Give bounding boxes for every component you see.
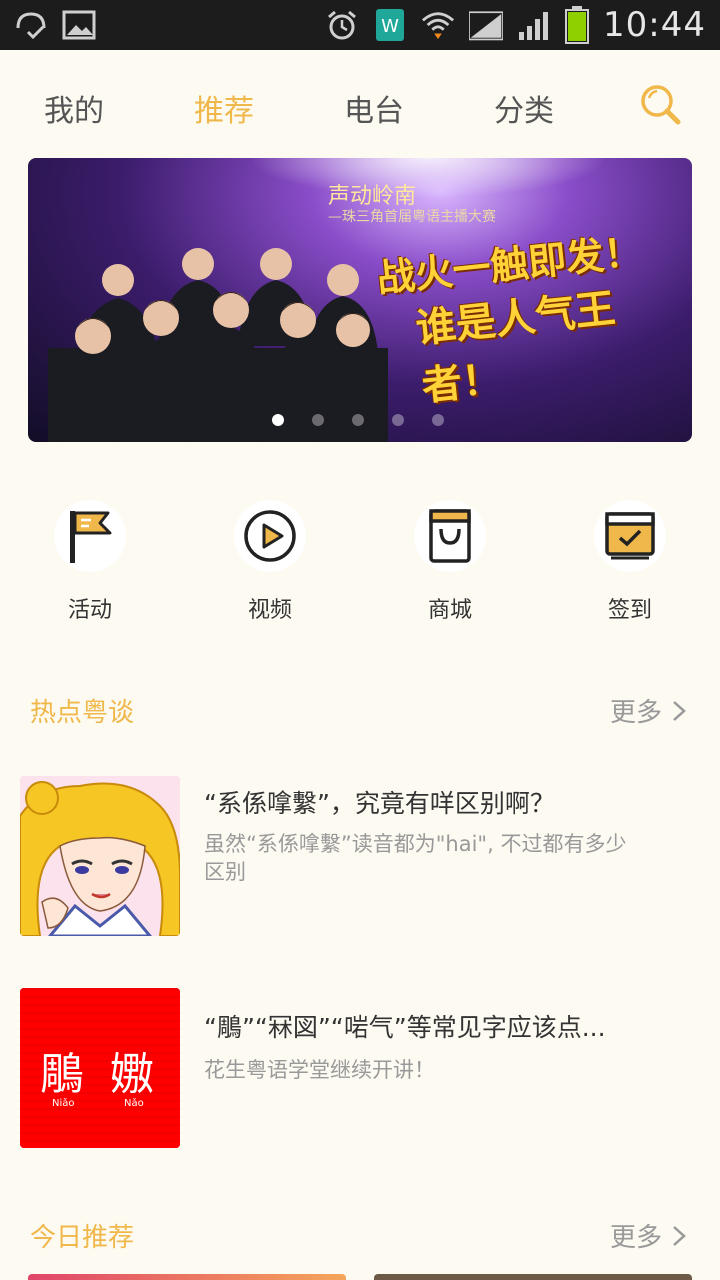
quick-action-video[interactable]: 视频	[210, 500, 330, 624]
carousel-dot[interactable]	[272, 414, 284, 426]
article-title: “鵰”“冧図”“啱气”等常见字应该点...	[204, 1013, 606, 1042]
tab-category[interactable]: 分类	[494, 86, 554, 130]
signal-icon	[469, 8, 504, 42]
article-description: 花生粤语学堂继续开讲！	[204, 1058, 435, 1082]
signal-icon	[517, 8, 551, 42]
wifi-icon	[421, 8, 455, 42]
more-label: 更多	[610, 698, 663, 728]
carousel-dot[interactable]	[312, 414, 324, 426]
battery-icon	[565, 6, 590, 44]
tab-radio[interactable]: 电台	[344, 86, 404, 130]
thumbnail-char: 嫐	[110, 1049, 154, 1100]
banner-subtitle: —珠三角首届粤语主播大赛	[328, 209, 496, 225]
tab-recommend[interactable]: 推荐	[194, 86, 254, 130]
quick-action-activity[interactable]: 活动	[30, 500, 150, 624]
status-bar: W 10:44	[0, 0, 720, 50]
status-clock: 10:44	[603, 5, 706, 45]
section-header-today: 今日推荐 更多	[0, 1217, 720, 1257]
missed-call-icon	[14, 8, 48, 42]
quick-actions: 活动 视频 商城 签到	[0, 500, 720, 630]
article-title: “系係嗱繫”，究竟有咩区别啊？	[204, 789, 555, 818]
more-button[interactable]: 更多	[610, 1217, 686, 1254]
tab-mine[interactable]: 我的	[44, 86, 104, 130]
carousel-dot[interactable]	[352, 414, 364, 426]
section-header-hot: 热点粤谈 更多	[0, 692, 720, 732]
carousel-indicator	[272, 414, 444, 426]
recommend-card[interactable]	[374, 1274, 692, 1280]
quick-action-label: 活动	[67, 598, 112, 623]
quick-action-label: 商城	[427, 598, 472, 623]
chevron-right-icon	[673, 700, 686, 721]
play-icon	[234, 500, 306, 572]
gallery-icon	[62, 8, 96, 42]
recommend-card[interactable]	[28, 1274, 346, 1280]
thumbnail-pinyin: Niǎo	[52, 1098, 75, 1109]
thumbnail-char: 鵰	[40, 1049, 84, 1100]
article-description: 虽然“系係嗱繫”读音都为"hai", 不过都有多少区别	[204, 832, 627, 884]
quick-action-label: 视频	[247, 598, 292, 623]
list-item[interactable]: 鵰 嫐 Niǎo Nǎo “鵰”“冧図”“啱气”等常见字应该点... 花生粤语学…	[0, 988, 720, 1148]
top-nav: 我的 推荐 电台 分类	[0, 50, 720, 158]
wps-app-icon: W	[373, 8, 407, 42]
checkin-icon	[594, 500, 666, 572]
banner-carousel[interactable]: 声动岭南 —珠三角首届粤语主播大赛 战火一触即发！ 谁是人气王者！	[28, 158, 692, 442]
quick-action-checkin[interactable]: 签到	[570, 500, 690, 624]
list-item[interactable]: “系係嗱繫”，究竟有咩区别啊？ 虽然“系係嗱繫”读音都为"hai", 不过都有多…	[0, 776, 720, 936]
section-title: 今日推荐	[30, 1223, 135, 1253]
search-icon[interactable]	[636, 80, 686, 130]
quick-action-shop[interactable]: 商城	[390, 500, 510, 624]
section-title: 热点粤谈	[30, 698, 135, 728]
article-thumbnail: 鵰 嫐 Niǎo Nǎo	[20, 988, 180, 1148]
chevron-right-icon	[673, 1225, 686, 1246]
more-button[interactable]: 更多	[610, 692, 686, 729]
quick-action-label: 签到	[607, 598, 652, 623]
more-label: 更多	[610, 1223, 663, 1253]
thumbnail-pinyin: Nǎo	[124, 1098, 144, 1109]
carousel-dot[interactable]	[392, 414, 404, 426]
alarm-icon	[325, 8, 359, 42]
flag-icon	[54, 500, 126, 572]
banner-stage-light	[248, 158, 608, 198]
carousel-dot[interactable]	[432, 414, 444, 426]
svg-text:W: W	[381, 16, 399, 37]
article-thumbnail	[20, 776, 180, 936]
shopping-bag-icon	[414, 500, 486, 572]
banner-contestants-image	[48, 248, 388, 442]
